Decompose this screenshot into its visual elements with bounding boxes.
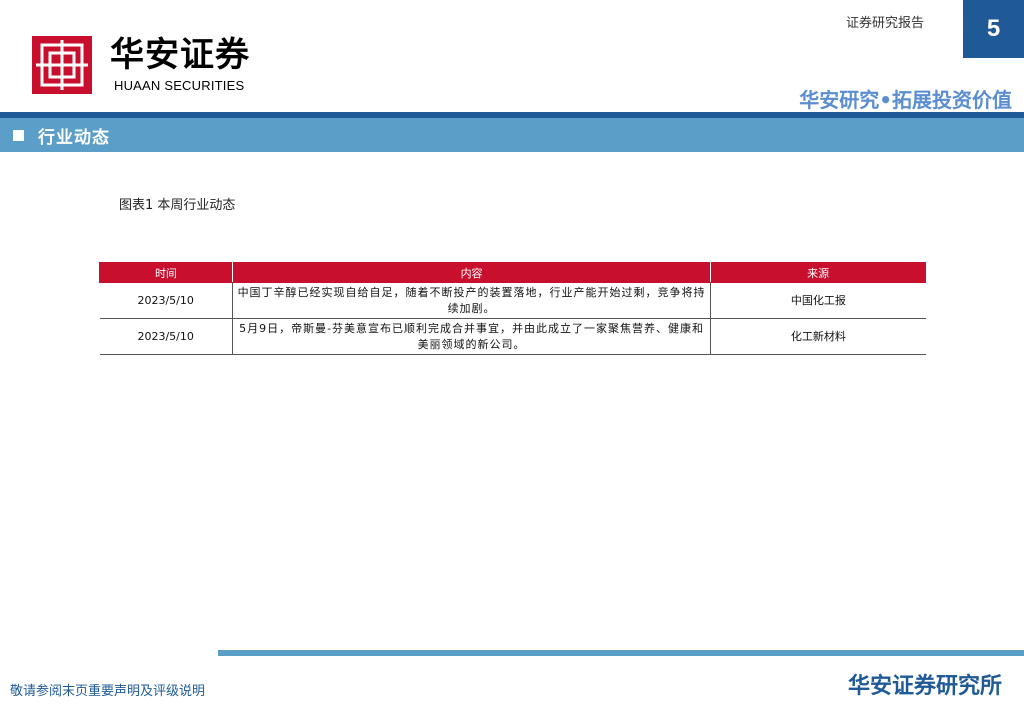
table-row: 2023/5/10 中国丁辛醇已经实现自给自足，随着不断投产的装置落地，行业产能… [99, 282, 926, 319]
section-header: 行业动态 [0, 118, 1024, 152]
footer-divider [218, 650, 1024, 656]
cell-source: 化工新材料 [710, 318, 926, 355]
disclaimer-text: 敬请参阅末页重要声明及评级说明 [10, 684, 206, 699]
table-header-row: 时间 内容 来源 [99, 262, 926, 283]
figure-caption: 图表1 本周行业动态 [119, 198, 236, 213]
cell-date: 2023/5/10 [99, 282, 233, 319]
cell-source: 中国化工报 [710, 282, 926, 319]
logo-text-cn: 华安证券 [110, 35, 250, 75]
header-time: 时间 [99, 262, 233, 283]
header-source: 来源 [710, 262, 926, 283]
cell-content: 中国丁辛醇已经实现自给自足，随着不断投产的装置落地，行业产能开始过剩，竞争将持续… [231, 282, 712, 319]
slogan: 华安研究•拓展投资价值 [799, 88, 1012, 112]
square-bullet-icon [13, 129, 24, 141]
cell-content: 5月9日，帝斯曼-芬美意宣布已顺利完成合并事宜，并由此成立了一家聚焦营养、健康和… [231, 318, 712, 355]
logo-icon [32, 36, 92, 94]
section-title: 行业动态 [38, 127, 110, 148]
industry-news-table: 时间 内容 来源 2023/5/10 中国丁辛醇已经实现自给自足，随着不断投产的… [99, 262, 926, 355]
page-number: 5 [963, 0, 1024, 58]
report-type-label: 证券研究报告 [846, 16, 925, 31]
footer-brand: 华安证券研究所 [847, 674, 1002, 699]
cell-date: 2023/5/10 [99, 318, 233, 355]
header-content: 内容 [231, 262, 712, 283]
logo-text-en: HUAAN SECURITIES [114, 78, 245, 93]
table-row: 2023/5/10 5月9日，帝斯曼-芬美意宣布已顺利完成合并事宜，并由此成立了… [99, 318, 926, 355]
